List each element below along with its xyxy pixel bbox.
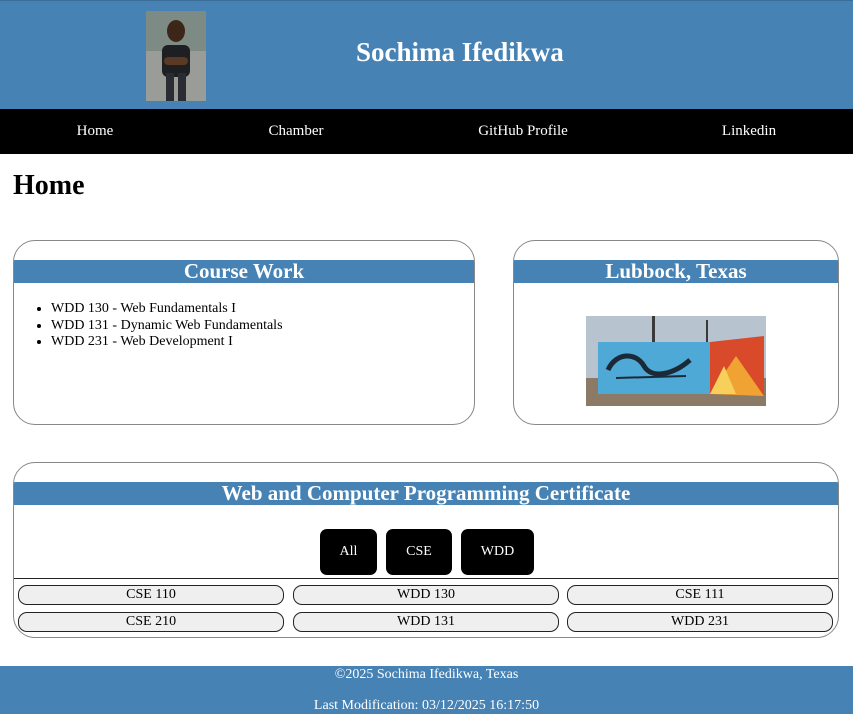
certificate-card: Web and Computer Programming Certificate… [13, 462, 839, 638]
list-item: WDD 131 - Dynamic Web Fundamentals [51, 318, 283, 335]
course-card-wdd-130[interactable]: WDD 130 [293, 585, 559, 605]
course-card-wdd-231[interactable]: WDD 231 [567, 612, 833, 632]
course-work-title: Course Work [14, 260, 474, 283]
nav-link-github-profile[interactable]: GitHub Profile [478, 123, 568, 140]
course-card-cse-110[interactable]: CSE 110 [18, 585, 284, 605]
site-header: Sochima Ifedikwa [0, 0, 853, 110]
course-card-wdd-131[interactable]: WDD 131 [293, 612, 559, 632]
last-modified-text: Last Modification: 03/12/2025 16:17:50 [313, 698, 540, 713]
location-card: Lubbock, Texas [513, 240, 839, 425]
site-title: Sochima Ifedikwa [356, 37, 564, 67]
lubbock-image [586, 316, 766, 406]
site-footer: ©2025 Sochima Ifedikwa, Texas Last Modif… [0, 666, 853, 714]
course-work-card: Course Work WDD 130 - Web Fundamentals I… [13, 240, 475, 425]
main-nav: Home Chamber GitHub Profile Linkedin [0, 109, 853, 154]
course-work-list: WDD 130 - Web Fundamentals I WDD 131 - D… [49, 301, 283, 351]
filter-wdd-button[interactable]: WDD [461, 529, 534, 575]
course-card-cse-210[interactable]: CSE 210 [18, 612, 284, 632]
location-title: Lubbock, Texas [514, 260, 838, 283]
list-item: WDD 130 - Web Fundamentals I [51, 301, 283, 318]
certificate-title: Web and Computer Programming Certificate [14, 482, 838, 505]
filter-cse-button[interactable]: CSE [386, 529, 452, 575]
nav-link-linkedin[interactable]: Linkedin [722, 123, 776, 140]
copyright-text: ©2025 Sochima Ifedikwa, Texas [334, 667, 519, 682]
divider [14, 578, 838, 579]
list-item: WDD 231 - Web Development I [51, 334, 283, 351]
page-title: Home [13, 170, 85, 201]
filter-all-button[interactable]: All [320, 529, 377, 575]
course-card-cse-111[interactable]: CSE 111 [567, 585, 833, 605]
nav-link-chamber[interactable]: Chamber [269, 123, 324, 140]
nav-link-home[interactable]: Home [77, 123, 114, 140]
profile-photo [146, 11, 206, 101]
